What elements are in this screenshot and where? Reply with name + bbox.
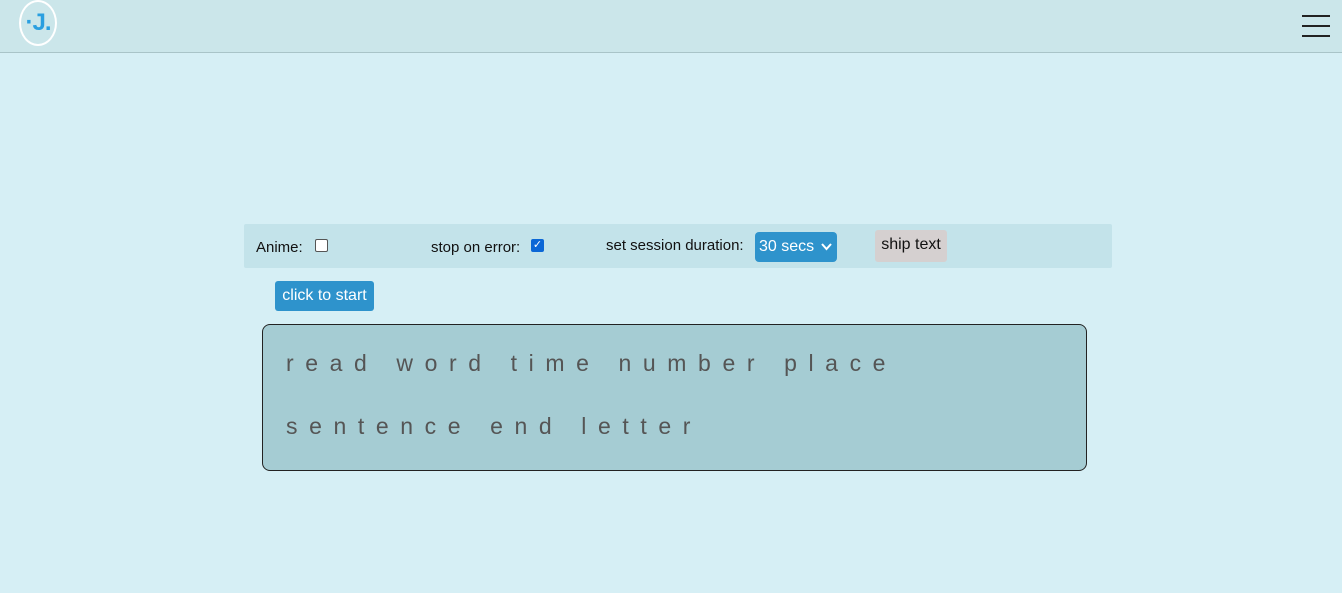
practice-text-box[interactable]: read word time number place sentence end… — [262, 324, 1087, 471]
chevron-down-icon — [821, 232, 832, 273]
practice-text-line-2: sentence end letter — [286, 413, 703, 439]
anime-checkbox[interactable] — [315, 239, 328, 252]
anime-label: Anime: — [256, 239, 303, 256]
hamburger-menu-icon[interactable] — [1302, 15, 1330, 39]
start-button[interactable]: click to start — [275, 281, 374, 311]
logo-text: ·J. — [25, 9, 51, 36]
stop-on-error-checkbox[interactable]: ✓ — [531, 239, 544, 252]
top-bar: ·J. — [0, 0, 1342, 53]
ship-text-button[interactable]: ship text — [875, 230, 947, 262]
session-duration-select[interactable]: 30 secs — [755, 232, 837, 262]
session-duration-label: set session duration: — [606, 237, 744, 254]
logo[interactable]: ·J. — [19, 0, 57, 46]
practice-text-line-1: read word time number place — [286, 350, 898, 376]
session-duration-value: 30 secs — [759, 238, 815, 255]
settings-toolbar: Anime: stop on error: ✓ set session dura… — [244, 224, 1112, 268]
stop-on-error-label: stop on error: — [431, 239, 521, 256]
